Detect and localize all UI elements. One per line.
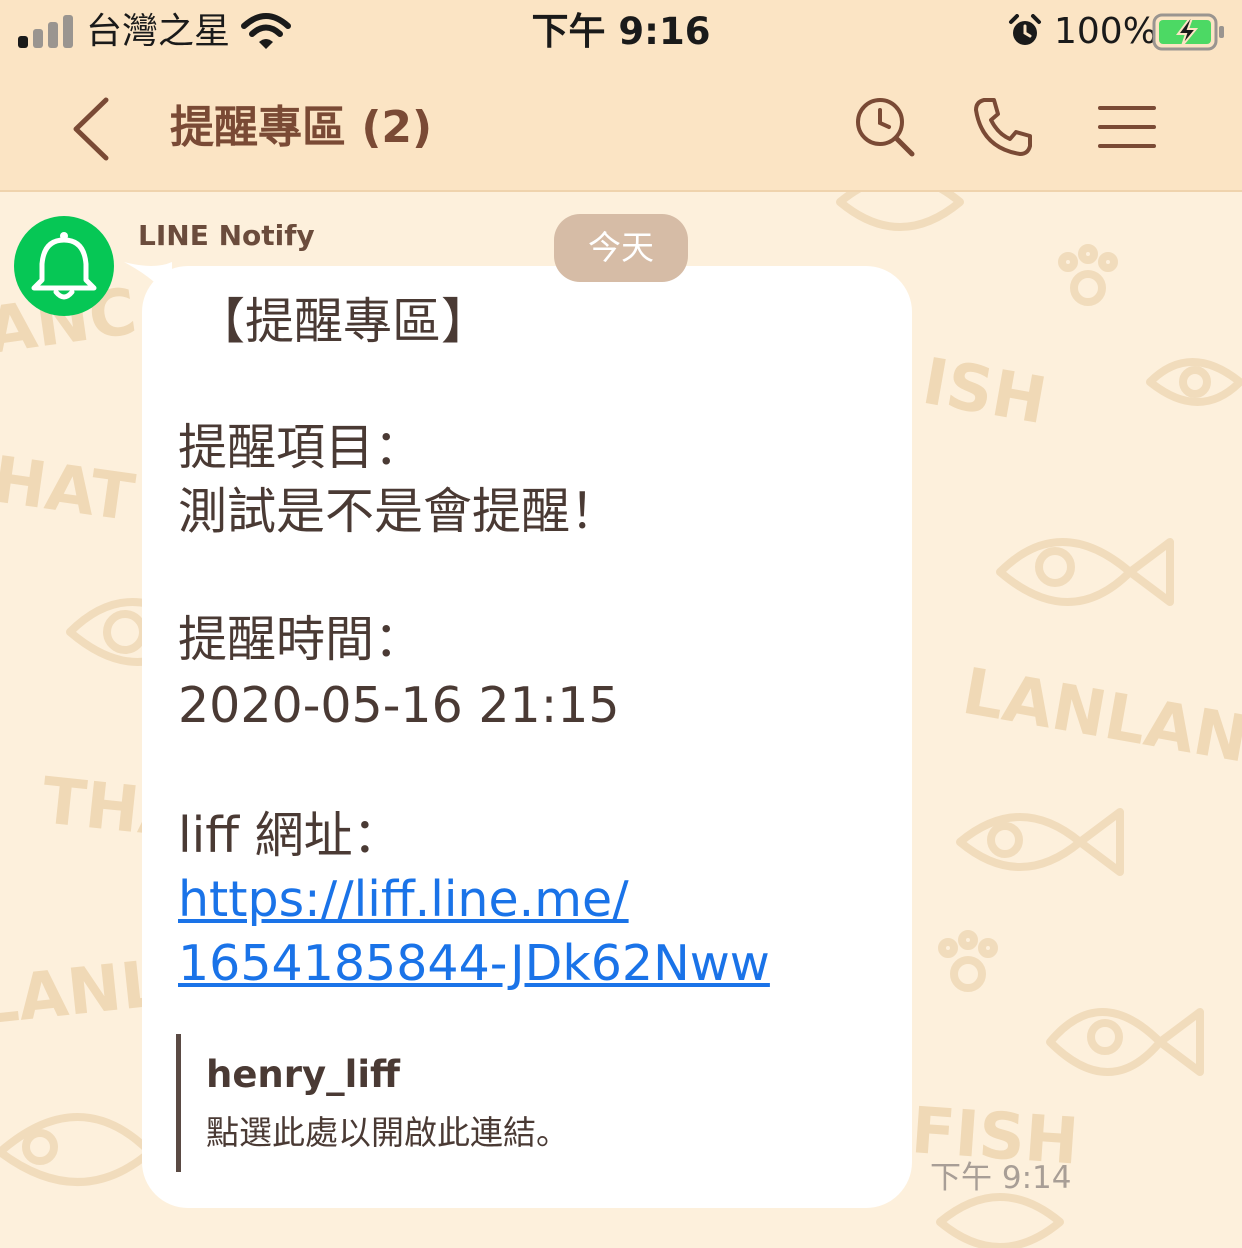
bell-icon — [31, 232, 97, 300]
message-item-value: 測試是不是會提醒！ — [178, 483, 620, 540]
search-icon[interactable] — [852, 94, 918, 160]
message-time-value: 2020-05-16 21:15 — [178, 677, 620, 734]
message-header: 【提醒專區】 — [196, 293, 491, 350]
date-separator: 今天 — [554, 214, 688, 282]
svg-text:LANL: LANL — [0, 947, 165, 1040]
alarm-icon — [1009, 14, 1041, 45]
chat-header: 提醒專區 (2) — [0, 66, 1242, 192]
link-preview-description[interactable]: 點選此處以開啟此連結。 — [206, 1110, 569, 1156]
message-url-link-line1[interactable]: https://liff.line.me/ — [178, 868, 629, 932]
message-url-label: liff 網址： — [178, 807, 402, 864]
message-item-label: 提醒項目： — [178, 419, 424, 476]
message-timestamp: 下午 9:14 — [930, 1160, 1072, 1196]
chat-title: 提醒專區 (2) — [170, 102, 433, 153]
menu-icon[interactable] — [1094, 94, 1160, 160]
status-bar: 台灣之星 下午 9:16 100% — [0, 0, 1242, 66]
sender-name: LINE Notify — [138, 219, 315, 252]
back-chevron-icon[interactable] — [62, 94, 122, 164]
svg-text:ISH: ISH — [917, 345, 1051, 439]
svg-text:LANLANC: LANLANC — [957, 655, 1242, 786]
battery-percent: 100% — [1054, 11, 1157, 52]
message-url-link-line2[interactable]: 1654185844-JDk62Nww — [178, 932, 770, 996]
link-preview-bar — [176, 1034, 181, 1172]
battery-charging-icon — [1152, 13, 1224, 51]
message-time-label: 提醒時間： — [178, 611, 424, 668]
sender-avatar[interactable] — [14, 216, 114, 316]
link-preview-title[interactable]: henry_liff — [206, 1050, 400, 1100]
phone-icon[interactable] — [970, 94, 1036, 160]
